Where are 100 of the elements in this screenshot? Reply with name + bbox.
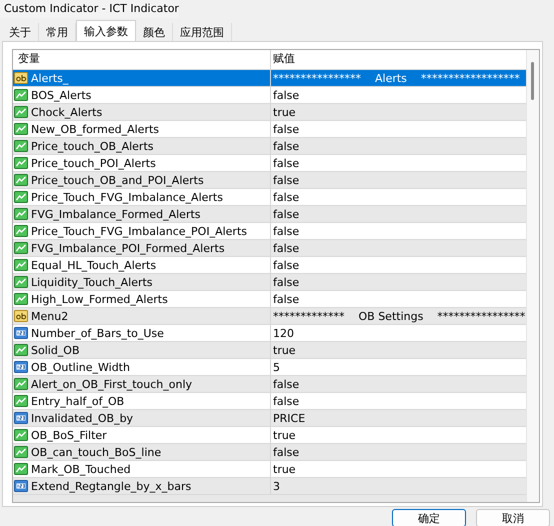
number-type-icon — [14, 479, 28, 493]
chart-icon — [14, 462, 28, 476]
parameter-value: false — [273, 208, 300, 220]
parameter-name: OB_BoS_Filter — [31, 428, 107, 442]
parameter-name: Price_touch_POI_Alerts — [31, 156, 156, 170]
parameter-value: ************* OB Settings **************** — [273, 310, 526, 322]
table-row[interactable]: Price_Touch_FVG_Imbalance_POI_Alerts false — [13, 223, 527, 240]
chart-icon — [14, 173, 28, 187]
parameter-value: false — [273, 276, 300, 288]
parameter-value: false — [273, 446, 300, 458]
tab[interactable]: 输入参数 — [76, 20, 136, 41]
parameter-name: OB_can_touch_BoS_line — [31, 446, 162, 458]
table-row[interactable]: Liquidity_Touch_Alerts false — [13, 274, 527, 291]
number-type-icon — [14, 411, 28, 425]
parameter-value: 3 — [273, 480, 280, 492]
parameter-value: **************** Alerts ****************** — [273, 72, 520, 84]
chart-icon — [14, 343, 28, 357]
table-row[interactable]: Entry_half_of_OB false — [13, 393, 527, 410]
column-header[interactable]: 变量 — [13, 50, 271, 69]
parameter-value: true — [273, 462, 296, 476]
chart-icon — [14, 122, 28, 136]
parameter-name: FVG_Imbalance_POI_Formed_Alerts — [31, 242, 225, 254]
chart-icon — [14, 156, 28, 170]
chart-icon — [14, 190, 28, 204]
chart-icon — [14, 394, 28, 408]
chart-icon — [14, 377, 28, 391]
chart-icon — [14, 88, 28, 102]
parameter-value: 120 — [273, 326, 294, 340]
table-row[interactable]: Menu2 ************* OB Settings **************** — [13, 308, 527, 325]
text-type-icon — [14, 71, 28, 85]
chart-icon — [14, 241, 28, 255]
parameter-value: true — [273, 428, 296, 442]
parameter-value: false — [273, 122, 300, 136]
table-row[interactable]: BOS_Alerts false — [13, 87, 527, 104]
parameter-value: false — [273, 394, 300, 408]
table-row[interactable]: Price_touch_POI_Alerts false — [13, 155, 527, 172]
column-header[interactable]: 赋值 — [271, 50, 527, 69]
table-row[interactable]: Number_of_Bars_to_Use 120 — [13, 325, 527, 342]
table-row[interactable]: Solid_OB true — [13, 342, 527, 359]
table-row[interactable] — [13, 495, 527, 502]
table-row[interactable]: Price_Touch_FVG_Imbalance_Alerts false — [13, 189, 527, 206]
table-row[interactable]: Alert_on_OB_First_touch_only false — [13, 376, 527, 393]
chart-icon — [14, 139, 28, 153]
parameter-name: Extend_Regtangle_by_x_bars — [31, 480, 192, 492]
number-type-icon — [14, 326, 28, 340]
table-row[interactable]: FVG_Imbalance_POI_Formed_Alerts false — [13, 240, 527, 257]
table-row[interactable]: Equal_HL_Touch_Alerts false — [13, 257, 527, 274]
parameter-value: false — [273, 378, 300, 390]
table-row[interactable]: New_OB_formed_Alerts false — [13, 121, 527, 138]
parameter-name: Liquidity_Touch_Alerts — [31, 276, 153, 288]
table-row[interactable]: Price_touch_OB_Alerts false — [13, 138, 527, 155]
chart-icon — [14, 428, 28, 442]
parameter-name: Price_Touch_FVG_Imbalance_POI_Alerts — [31, 224, 247, 238]
table-row[interactable]: Extend_Regtangle_by_x_bars 3 — [13, 478, 527, 495]
chart-icon — [14, 207, 28, 221]
scrollbar-thumb[interactable] — [531, 62, 534, 100]
parameter-name: Alerts_ — [31, 72, 68, 84]
chart-icon — [14, 292, 28, 306]
parameter-value: false — [273, 224, 300, 238]
parameter-value: true — [273, 344, 296, 356]
parameter-name: FVG_Imbalance_Formed_Alerts — [31, 208, 201, 220]
table-row[interactable]: Chock_Alerts true — [13, 104, 527, 121]
parameter-value: true — [273, 106, 296, 118]
dialog-button[interactable]: 取消 — [476, 509, 550, 526]
chart-icon — [14, 258, 28, 272]
table-row[interactable]: Alerts_ **************** Alerts ****************** — [13, 70, 527, 87]
number-type-icon — [14, 360, 28, 374]
parameter-value: false — [273, 242, 300, 254]
parameter-name: Price_touch_OB_Alerts — [31, 140, 154, 152]
parameter-value: false — [273, 156, 300, 170]
parameter-name: Solid_OB — [31, 344, 80, 356]
dialog-button[interactable]: 确定 — [392, 509, 466, 526]
parameter-name: Chock_Alerts — [31, 106, 102, 118]
chart-icon — [14, 224, 28, 238]
parameter-value: false — [273, 190, 300, 204]
parameter-name: BOS_Alerts — [31, 88, 92, 102]
text-type-icon — [14, 309, 28, 323]
parameter-name: OB_Outline_Width — [31, 360, 130, 374]
parameter-value: false — [273, 88, 300, 102]
parameter-name: Price_Touch_FVG_Imbalance_Alerts — [31, 190, 223, 204]
parameter-name: Mark_OB_Touched — [31, 462, 131, 476]
parameter-value: 5 — [273, 360, 280, 374]
table-row[interactable]: OB_can_touch_BoS_line false — [13, 444, 527, 461]
chart-icon — [14, 445, 28, 459]
table-row[interactable]: Price_touch_OB_and_POI_Alerts false — [13, 172, 527, 189]
chart-icon — [14, 105, 28, 119]
parameter-name: Alert_on_OB_First_touch_only — [31, 378, 192, 390]
parameter-name: New_OB_formed_Alerts — [31, 122, 160, 136]
table-row[interactable]: High_Low_Formed_Alerts false — [13, 291, 527, 308]
table-row[interactable]: FVG_Imbalance_Formed_Alerts false — [13, 206, 527, 223]
parameter-name: Menu2 — [31, 310, 68, 322]
table-row[interactable]: OB_Outline_Width 5 — [13, 359, 527, 376]
chart-icon — [14, 275, 28, 289]
table-row[interactable]: Invalidated_OB_by PRICE — [13, 410, 527, 427]
parameter-value: false — [273, 174, 300, 186]
parameter-name: Invalidated_OB_by — [31, 412, 134, 424]
parameter-value: false — [273, 140, 300, 152]
parameter-name: High_Low_Formed_Alerts — [31, 292, 168, 306]
table-row[interactable]: Mark_OB_Touched true — [13, 461, 527, 478]
table-row[interactable]: OB_BoS_Filter true — [13, 427, 527, 444]
